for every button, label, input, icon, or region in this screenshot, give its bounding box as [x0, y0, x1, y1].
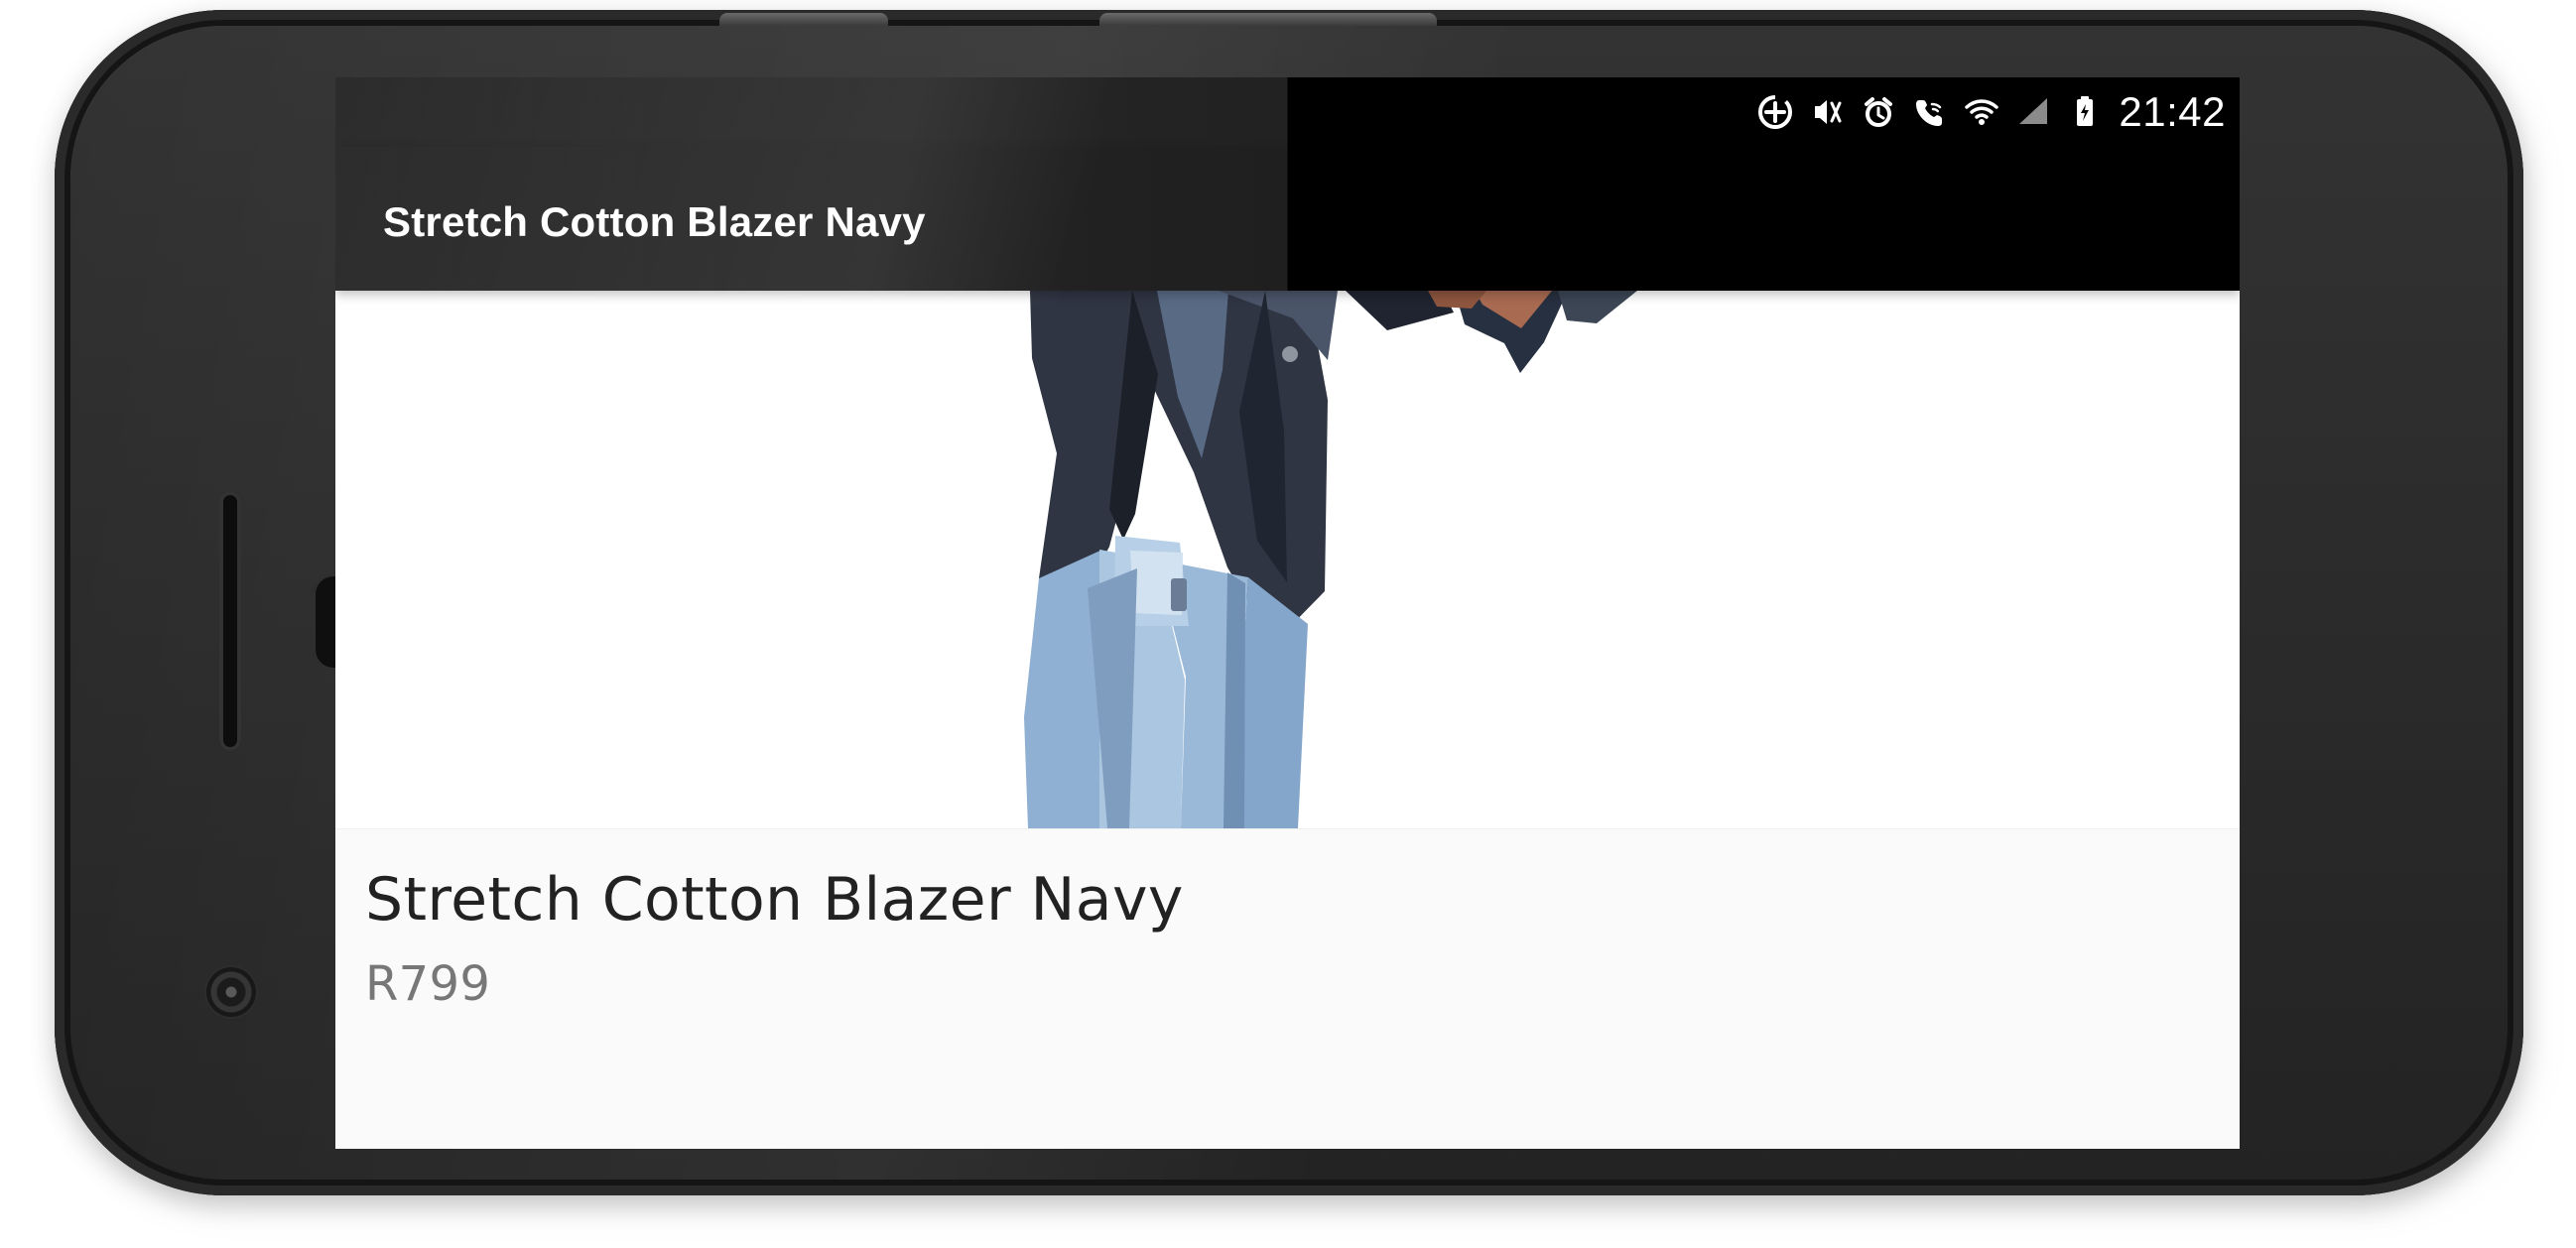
vibrate-icon	[1807, 92, 1847, 132]
status-icons: 21:42	[1755, 87, 2226, 137]
product-price: R799	[365, 956, 491, 1012]
alarm-icon	[1859, 92, 1898, 132]
page-title: Stretch Cotton Blazer Navy	[383, 198, 926, 245]
battery-charging-icon	[2065, 92, 2105, 132]
product-details: Stretch Cotton Blazer Navy R799	[335, 828, 2240, 1149]
status-bar: 21:42	[335, 77, 2240, 147]
front-camera-icon	[206, 967, 256, 1017]
cell-signal-icon	[2013, 92, 2053, 132]
earpiece-speaker	[219, 491, 241, 751]
status-time: 21:42	[2119, 88, 2226, 135]
power-button	[719, 13, 888, 26]
wifi-icon	[1962, 92, 2001, 132]
phone-screen: 21:42 Stretch Cotton Blazer Navy Stretch…	[335, 77, 2240, 1149]
product-image	[335, 291, 2240, 828]
data-saver-icon	[1755, 92, 1795, 132]
volume-button	[1099, 13, 1437, 26]
product-title: Stretch Cotton Blazer Navy	[365, 865, 1184, 935]
wifi-call-icon	[1910, 92, 1950, 132]
app-bar: Stretch Cotton Blazer Navy	[335, 147, 2240, 291]
